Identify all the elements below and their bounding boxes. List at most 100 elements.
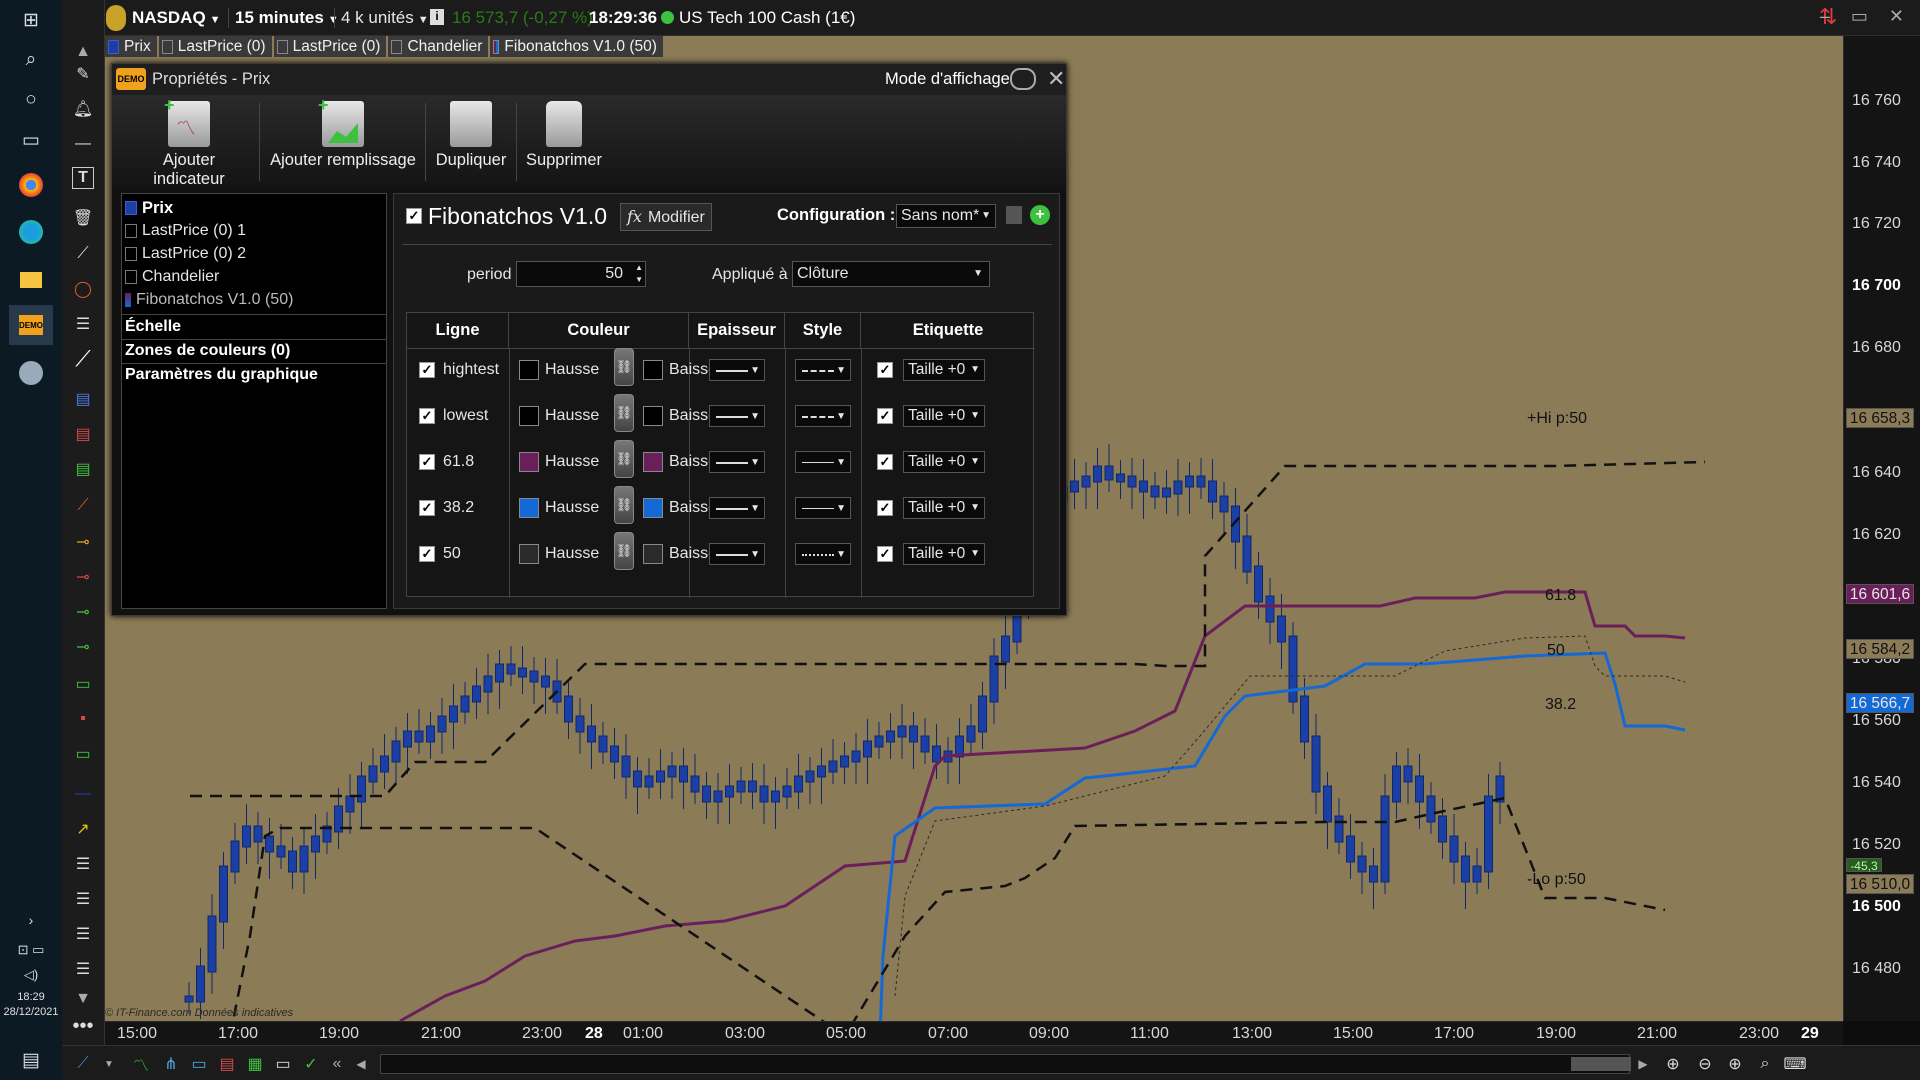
display-mode-label[interactable]: Mode d'affichage bbox=[885, 70, 1010, 89]
tree-section-chart-params[interactable]: Paramètres du graphique bbox=[125, 364, 318, 386]
fib-row-4-down-color[interactable]: Baisse bbox=[643, 543, 717, 565]
window-controls[interactable]: – ▭ ✕ bbox=[1820, 6, 1912, 27]
add-indicator-button[interactable]: + 〽 Ajouter indicateur bbox=[126, 95, 252, 189]
fib-row-0-name[interactable]: ✓ hightest bbox=[419, 359, 499, 381]
trend-line-icon[interactable]: ⟋ bbox=[68, 345, 98, 373]
screener-icon[interactable]: ✓ bbox=[298, 1052, 324, 1076]
fib-row-3-thickness-select[interactable]: ▼ bbox=[709, 497, 765, 519]
tree-section-scale[interactable]: Échelle bbox=[125, 316, 181, 338]
windows-start-icon[interactable]: ⊞ bbox=[9, 0, 53, 40]
color-swatch[interactable] bbox=[519, 452, 539, 472]
units-selector[interactable]: 4 k unités ▼ bbox=[334, 8, 429, 28]
fib-row-1-up-color[interactable]: Hausse bbox=[519, 405, 599, 427]
fib-row-3-checkbox[interactable]: ✓ bbox=[419, 500, 435, 516]
lock-icon[interactable] bbox=[106, 5, 126, 31]
tree-item-fibonatchos[interactable]: Fibonatchos V1.0 (50) bbox=[125, 289, 293, 311]
fib-row-0-label-checkbox[interactable]: ✓ bbox=[877, 362, 893, 378]
indicator-enabled-checkbox[interactable]: ✓ bbox=[406, 208, 422, 224]
fib-row-2-checkbox[interactable]: ✓ bbox=[419, 454, 435, 470]
sell-line-icon[interactable]: ⊸ bbox=[68, 563, 98, 591]
save-config-icon[interactable] bbox=[1006, 206, 1022, 224]
fib-row-4-thickness-select[interactable]: ▼ bbox=[709, 543, 765, 565]
fib-row-3-up-color[interactable]: Hausse bbox=[519, 497, 599, 519]
dialog-titlebar[interactable]: DEMO Propriétés - Prix Mode d'affichage … bbox=[112, 64, 1066, 95]
fib-row-0-size-select[interactable]: Taille +0 ▼ bbox=[903, 359, 985, 381]
stop-line-icon[interactable]: ⊸ bbox=[68, 633, 98, 661]
arrow-tool-icon[interactable]: ↗ bbox=[68, 815, 98, 843]
legend-item-chandelier[interactable]: Chandelier bbox=[388, 36, 489, 57]
fib-row-0-up-color[interactable]: Hausse bbox=[519, 359, 599, 381]
segment-tool-icon[interactable]: ⟋ bbox=[68, 240, 98, 268]
fib-row-2-size-select[interactable]: Taille +0 ▼ bbox=[903, 451, 985, 473]
color-swatch[interactable] bbox=[519, 498, 539, 518]
legend-item-prix[interactable]: Prix bbox=[105, 36, 157, 57]
price-axis[interactable]: 16 760 16 740 16 720 16 700 16 680 16 64… bbox=[1843, 36, 1920, 1021]
fib-row-3-name[interactable]: ✓ 38.2 bbox=[419, 497, 474, 519]
tree-section-color-zones[interactable]: Zones de couleurs (0) bbox=[125, 340, 290, 362]
legend-item-fibonatchos[interactable]: Fibonatchos V1.0 (50) bbox=[490, 36, 663, 57]
scroll-left-icon[interactable]: ◀ bbox=[348, 1052, 374, 1076]
fib-row-0-checkbox[interactable]: ✓ bbox=[419, 362, 435, 378]
fib-row-3-label-checkbox[interactable]: ✓ bbox=[877, 500, 893, 516]
add-config-icon[interactable]: + bbox=[1030, 205, 1050, 225]
chrome-icon[interactable] bbox=[9, 165, 53, 205]
fib-row-1-name[interactable]: ✓ lowest bbox=[419, 405, 488, 427]
zoom-fit-icon[interactable]: ⊕ bbox=[1660, 1052, 1686, 1076]
zoom-out-icon[interactable]: ⊖ bbox=[1692, 1052, 1718, 1076]
fib-row-1-label-checkbox[interactable]: ✓ bbox=[877, 408, 893, 424]
fib-row-2-thickness-select[interactable]: ▼ bbox=[709, 451, 765, 473]
scroll-down-icon[interactable]: ▼ bbox=[68, 985, 98, 1013]
link-colors-icon[interactable]: ⛓ bbox=[614, 348, 634, 386]
fib-row-0-thickness-select[interactable]: ▼ bbox=[709, 359, 765, 381]
fib-row-4-checkbox[interactable]: ✓ bbox=[419, 546, 435, 562]
fib-row-4-size-select[interactable]: Taille +0 ▼ bbox=[903, 543, 985, 565]
info-icon[interactable]: i bbox=[430, 9, 444, 25]
app-settings-icon[interactable] bbox=[9, 353, 53, 393]
fib-row-4-up-color[interactable]: Hausse bbox=[519, 543, 599, 565]
horizontal-line-icon[interactable]: — bbox=[68, 130, 98, 158]
buy-line-icon[interactable]: ⊸ bbox=[68, 598, 98, 626]
fib-row-2-label-checkbox[interactable]: ✓ bbox=[877, 454, 893, 470]
indicator-icon[interactable]: ⟋ bbox=[70, 1052, 96, 1076]
period-input[interactable]: 50 ▲ ▼ bbox=[516, 261, 646, 287]
delete-button[interactable]: Supprimer bbox=[522, 101, 606, 170]
color-swatch[interactable] bbox=[643, 452, 663, 472]
fib-row-4-style-select[interactable]: ▼ bbox=[795, 543, 851, 565]
zoom-reset-icon[interactable]: ⌕ bbox=[1752, 1052, 1778, 1076]
prorealtime-demo-icon[interactable]: DEMO bbox=[9, 305, 53, 345]
horizontal-scrollbar[interactable] bbox=[380, 1054, 1631, 1074]
dropdown-arrow-icon[interactable]: ▼ bbox=[96, 1052, 122, 1076]
fib-row-3-down-color[interactable]: Baisse bbox=[643, 497, 717, 519]
fib-retrace-icon[interactable]: ☰ bbox=[68, 885, 98, 913]
speaker-icon[interactable]: ◁) bbox=[9, 955, 53, 995]
fibonacci-tool-icon[interactable]: ☰ bbox=[68, 310, 98, 338]
fib-row-1-thickness-select[interactable]: ▼ bbox=[709, 405, 765, 427]
fib-row-3-style-select[interactable]: ▼ bbox=[795, 497, 851, 519]
link-colors-icon[interactable]: ⛓ bbox=[614, 440, 634, 478]
fib-row-2-name[interactable]: ✓ 61.8 bbox=[419, 451, 474, 473]
time-axis[interactable]: 15:00 17:00 19:00 21:00 23:00 28 01:00 0… bbox=[105, 1021, 1843, 1045]
timeframe-selector[interactable]: 15 minutes ▼ bbox=[228, 8, 339, 28]
fib-row-0-style-select[interactable]: ▼ bbox=[795, 359, 851, 381]
window-icon[interactable]: ▭ bbox=[270, 1052, 296, 1076]
fib-row-1-down-color[interactable]: Baisse bbox=[643, 405, 717, 427]
color-swatch[interactable] bbox=[519, 360, 539, 380]
tree-item-lastprice-1[interactable]: LastPrice (0) 1 bbox=[125, 220, 246, 242]
scrollbar-thumb[interactable] bbox=[1571, 1057, 1631, 1071]
close-icon[interactable]: ✕ bbox=[1047, 66, 1065, 92]
fib-row-1-size-select[interactable]: Taille +0 ▼ bbox=[903, 405, 985, 427]
color-swatch[interactable] bbox=[643, 406, 663, 426]
legend-item-lastprice-2[interactable]: LastPrice (0) bbox=[273, 36, 387, 57]
edge-icon[interactable] bbox=[9, 212, 53, 252]
chart-type-icon[interactable]: 〽 bbox=[128, 1052, 154, 1076]
horizontal-ray-icon[interactable]: ⊸ bbox=[68, 528, 98, 556]
pencil-icon[interactable]: ✎ bbox=[68, 60, 98, 88]
fib-row-3-size-select[interactable]: Taille +0 ▼ bbox=[903, 497, 985, 519]
fib-row-2-down-color[interactable]: Baisse bbox=[643, 451, 717, 473]
duplicate-button[interactable]: Dupliquer bbox=[432, 101, 510, 170]
color-swatch[interactable] bbox=[643, 498, 663, 518]
file-explorer-icon[interactable] bbox=[9, 260, 53, 300]
color-swatch[interactable] bbox=[643, 360, 663, 380]
legend-item-lastprice-1[interactable]: LastPrice (0) bbox=[158, 36, 272, 57]
channel-tool-icon[interactable]: ▤ bbox=[68, 385, 98, 413]
